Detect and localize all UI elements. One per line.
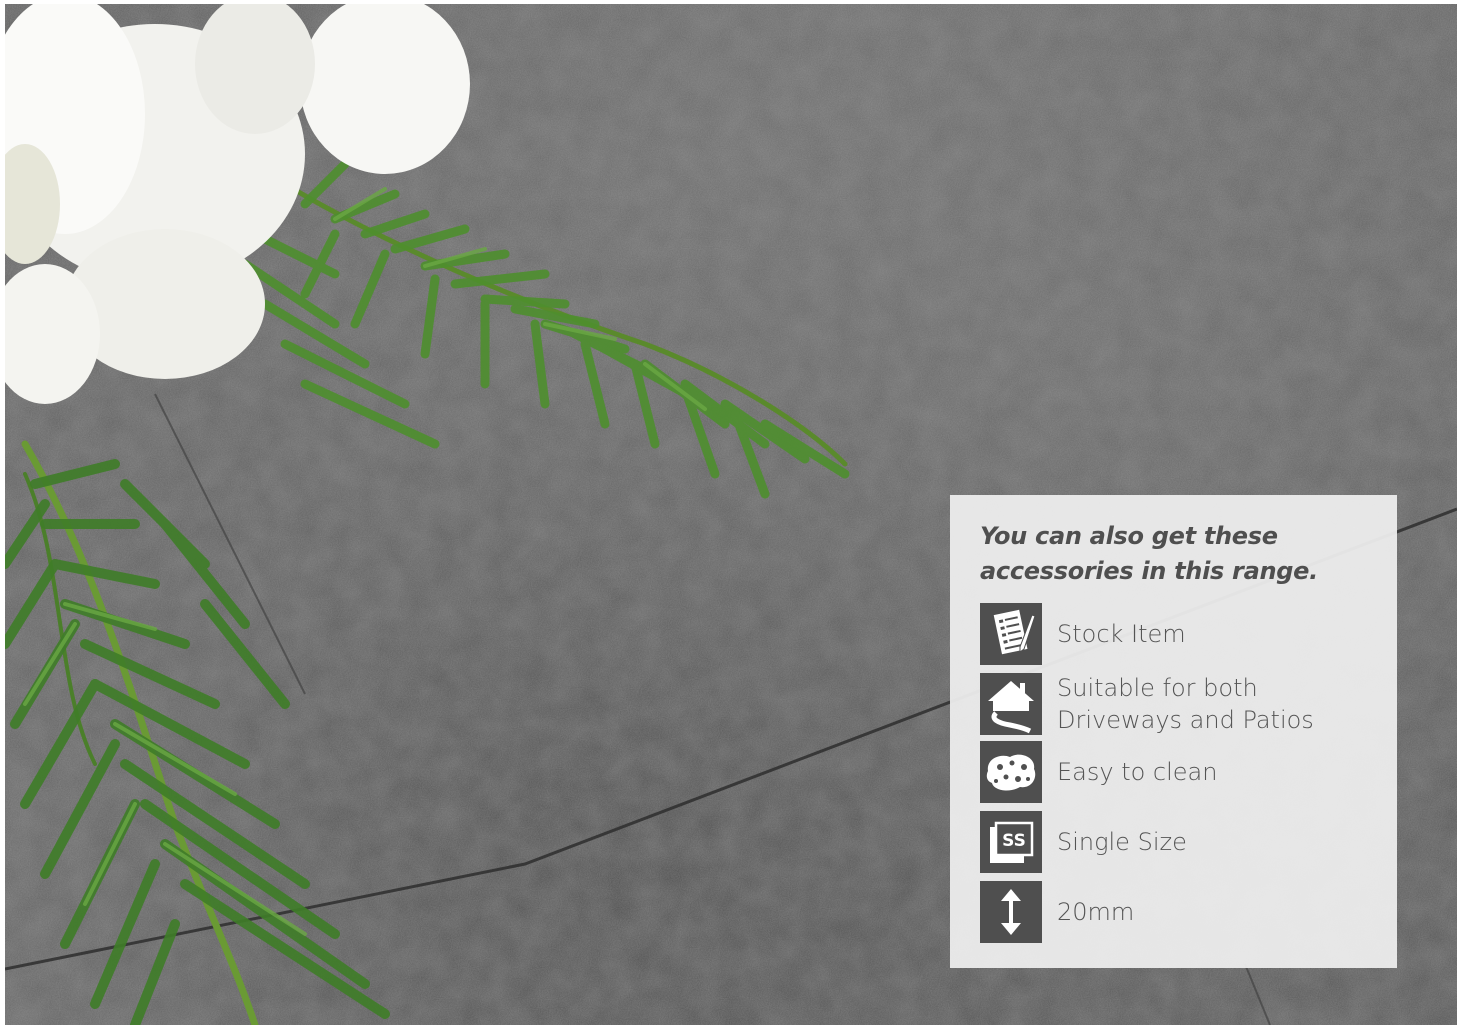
- panel-heading: You can also get these accessories in th…: [980, 522, 1318, 585]
- feature-single-size: SS Single Size: [980, 811, 1380, 873]
- thickness-arrow-icon: [980, 881, 1042, 943]
- svg-text:SS: SS: [1002, 831, 1026, 851]
- feature-label: Suitable for both Driveways and Patios: [1057, 674, 1314, 734]
- driveway-patio-icon: [980, 673, 1042, 735]
- feature-label: Stock Item: [1057, 620, 1186, 648]
- sponge-icon: [980, 741, 1042, 803]
- feature-thickness: 20mm: [980, 881, 1380, 943]
- feature-label: Easy to clean: [1057, 758, 1218, 786]
- stock-item-icon: [980, 603, 1042, 665]
- feature-label: Single Size: [1057, 828, 1187, 856]
- feature-easy-to-clean: Easy to clean: [980, 741, 1380, 803]
- feature-driveways-patios: Suitable for both Driveways and Patios: [980, 673, 1380, 735]
- feature-label: 20mm: [1057, 898, 1135, 926]
- single-size-icon: SS: [980, 811, 1042, 873]
- accessories-panel: You can also get these accessories in th…: [950, 495, 1397, 968]
- feature-stock-item: Stock Item: [980, 603, 1380, 665]
